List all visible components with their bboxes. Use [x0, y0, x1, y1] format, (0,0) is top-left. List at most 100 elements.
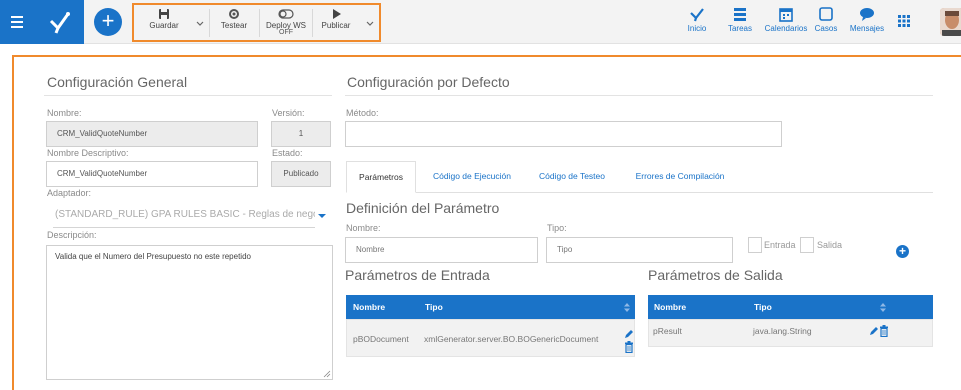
home-logo-button[interactable]: [34, 0, 84, 44]
nav-messages-label: Mensajes: [849, 24, 885, 33]
output-params-title: Parámetros de Salida: [648, 267, 783, 283]
table-header: Nombre Tipo: [648, 295, 933, 319]
toolbar-highlight: Guardar Testear Deploy WS OFF Publicar: [132, 3, 381, 42]
hamburger-icon: [11, 16, 23, 28]
param-type-cell: java.lang.String: [753, 326, 812, 336]
deploy-ws-toggle[interactable]: Deploy WS OFF: [262, 7, 310, 39]
nav-calendars-label: Calendarios: [764, 24, 808, 33]
nav-tasks-label: Tareas: [727, 24, 752, 33]
toolbar-divider: [209, 9, 210, 37]
column-header-type[interactable]: Tipo: [425, 295, 443, 319]
test-button[interactable]: Testear: [214, 7, 254, 39]
user-avatar-icon: [940, 8, 961, 36]
nav-tasks[interactable]: Tareas: [725, 6, 755, 40]
name-field[interactable]: CRM_ValidQuoteNumber: [46, 121, 258, 147]
param-name-cell: pBODocument: [353, 334, 409, 344]
param-type-cell: xmlGenerator.server.BO.BOGenericDocument: [424, 334, 599, 344]
test-label: Testear: [220, 21, 248, 30]
user-avatar[interactable]: [940, 8, 961, 36]
tab-test-code[interactable]: Código de Testeo: [532, 161, 612, 193]
version-label: Versión:: [272, 108, 305, 118]
param-type-input[interactable]: Tipo: [546, 237, 733, 263]
top-bar: + Guardar Testear Deploy WS OFF Publicar…: [0, 0, 961, 44]
toolbar-divider: [259, 9, 260, 37]
method-field[interactable]: [345, 121, 782, 147]
sort-icon[interactable]: [624, 303, 630, 312]
trash-icon[interactable]: [624, 341, 634, 353]
play-icon: [333, 9, 341, 19]
hamburger-menu-button[interactable]: [0, 0, 34, 44]
state-field[interactable]: Publicado: [271, 161, 331, 187]
table-row[interactable]: pBODocument xmlGenerator.server.BO.BOGen…: [346, 319, 635, 357]
save-icon: [159, 9, 169, 19]
publish-label: Publicar: [321, 21, 351, 30]
apps-grid-button[interactable]: [896, 14, 912, 48]
output-checkbox-label: Salida: [817, 240, 843, 250]
param-definition-title: Definición del Parámetro: [346, 200, 500, 216]
logo-icon: [49, 12, 70, 34]
home-logo-icon: [690, 8, 704, 22]
edit-pencil-icon[interactable]: [623, 328, 635, 340]
input-checkbox[interactable]: [748, 237, 762, 253]
cases-icon: [819, 7, 833, 21]
save-dropdown-chevron-icon[interactable]: [195, 19, 205, 29]
version-field[interactable]: 1: [271, 121, 331, 147]
table-header: Nombre Tipo: [346, 295, 635, 319]
param-name-input[interactable]: Nombre: [345, 237, 538, 263]
column-header-name[interactable]: Nombre: [353, 295, 385, 319]
input-params-table: Nombre Tipo pBODocument xmlGenerator.ser…: [346, 295, 635, 357]
save-label: Guardar: [149, 21, 179, 30]
input-checkbox-label: Entrada: [764, 240, 796, 250]
descriptive-name-field[interactable]: CRM_ValidQuoteNumber: [46, 161, 258, 187]
table-row[interactable]: pResult java.lang.String: [648, 319, 933, 347]
plus-circle-icon: +: [898, 244, 906, 258]
state-label: Estado:: [272, 148, 303, 158]
param-name-cell: pResult: [653, 326, 682, 336]
nav-cases-label: Casos: [814, 24, 838, 33]
nav-home[interactable]: Inicio: [683, 6, 711, 40]
adapter-label: Adaptador:: [47, 188, 92, 198]
nav-home-label: Inicio: [687, 24, 707, 33]
add-button[interactable]: +: [94, 8, 122, 36]
plus-icon: +: [101, 8, 115, 33]
default-config-title: Configuración por Defecto: [347, 74, 510, 90]
publish-dropdown-chevron-icon[interactable]: [365, 19, 375, 29]
trash-icon[interactable]: [879, 325, 889, 337]
adapter-select[interactable]: (STANDARD_RULE) GPA RULES BASIC - Reglas…: [53, 202, 315, 228]
tab-execution-code[interactable]: Código de Ejecución: [424, 161, 520, 193]
adapter-dropdown-caret-icon[interactable]: [318, 214, 326, 218]
deploy-ws-status: OFF: [279, 29, 293, 36]
tab-parameters[interactable]: Parámetros: [346, 161, 416, 193]
calendar-icon: [779, 8, 793, 22]
default-config-divider: [345, 95, 933, 96]
toolbar-divider: [312, 9, 313, 37]
nav-calendars[interactable]: Calendarios: [760, 6, 812, 40]
add-parameter-button[interactable]: +: [896, 245, 909, 258]
toggle-off-icon: [278, 9, 294, 19]
apps-grid-icon: [898, 15, 910, 27]
chat-bubble-icon: [860, 8, 874, 21]
textarea-resize-grip-icon[interactable]: [323, 370, 331, 378]
method-label: Método:: [346, 108, 379, 118]
tab-bar: Parámetros Código de Ejecución Código de…: [346, 161, 933, 193]
descriptive-name-label: Nombre Descriptivo:: [47, 148, 129, 158]
param-name-label: Nombre:: [346, 223, 381, 233]
column-header-type[interactable]: Tipo: [754, 295, 772, 319]
general-config-divider: [44, 95, 332, 96]
tasks-icon: [734, 8, 746, 21]
input-params-title: Parámetros de Entrada: [345, 267, 490, 283]
name-label: Nombre:: [47, 108, 82, 118]
nav-messages[interactable]: Mensajes: [848, 6, 886, 40]
output-checkbox[interactable]: [800, 237, 814, 253]
tab-compilation-errors[interactable]: Errores de Compilación: [628, 161, 732, 193]
save-button[interactable]: Guardar: [144, 7, 184, 39]
general-config-title: Configuración General: [47, 74, 188, 90]
column-header-name[interactable]: Nombre: [654, 295, 686, 319]
param-type-label: Tipo:: [547, 223, 567, 233]
nav-cases[interactable]: Casos: [813, 6, 839, 40]
publish-button[interactable]: Publicar: [316, 7, 356, 39]
description-textarea[interactable]: Valida que el Numero del Presupuesto no …: [46, 245, 333, 380]
output-params-table: Nombre Tipo pResult java.lang.String: [648, 295, 933, 347]
sort-icon[interactable]: [880, 303, 886, 312]
description-label: Descripción:: [47, 230, 97, 240]
